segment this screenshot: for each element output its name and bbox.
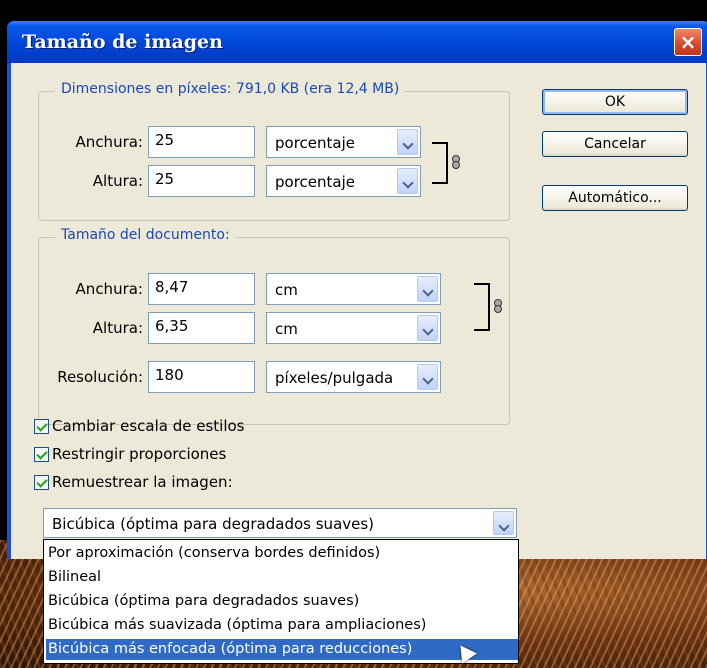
chevron-down-icon[interactable] [417,315,438,341]
dialog-body: Dimensiones en píxeles: 791,0 KB (era 12… [11,63,706,559]
resample-method-value: Bicúbica (óptima para degradados suaves) [52,515,375,533]
document-size-legend: Tamaño del documento: [55,227,236,243]
constrain-proportions-label[interactable]: Restringir proporciones [52,445,226,463]
doc-width-label: Anchura: [75,280,143,298]
cancel-button[interactable]: Cancelar [542,131,688,157]
pixel-dimensions-legend: Dimensiones en píxeles: 791,0 KB (era 12… [55,81,406,97]
option-bilinear[interactable]: Bilineal [46,567,518,588]
close-icon[interactable]: × [674,28,702,56]
resolution-unit-select[interactable]: píxeles/pulgada [266,361,441,393]
image-size-dialog: Tamaño de imagen × Dimensiones en píxele… [7,21,707,559]
doc-height-label: Altura: [92,319,143,337]
pixel-height-unit-value: porcentaje [275,173,355,191]
chevron-down-icon[interactable] [417,276,438,302]
resample-method-select[interactable]: Bicúbica (óptima para degradados suaves) [43,508,517,538]
chevron-down-icon[interactable] [397,168,418,194]
pixel-height-label: Altura: [92,172,143,190]
option-bicubic[interactable]: Bicúbica (óptima para degradados suaves) [46,591,518,612]
doc-height-unit-value: cm [275,320,298,338]
dialog-title: Tamaño de imagen [22,31,223,53]
pixel-width-label: Anchura: [75,133,143,151]
doc-width-unit-select[interactable]: cm [266,273,441,305]
doc-height-input[interactable]: 6,35 [148,312,255,344]
option-nearest-neighbor[interactable]: Por aproximación (conserva bordes defini… [46,543,518,564]
resample-method-options: Por aproximación (conserva bordes defini… [43,539,519,664]
pixel-width-input[interactable]: 25 [148,126,255,158]
doc-width-input[interactable]: 8,47 [148,273,255,305]
ok-button[interactable]: OK [542,89,688,115]
pixel-height-input[interactable]: 25 [148,165,255,197]
pixel-width-unit-select[interactable]: porcentaje [266,126,421,158]
resolution-label: Resolución: [57,368,143,386]
auto-button[interactable]: Automático... [542,185,688,211]
pixel-link-bracket [432,142,448,184]
title-bar[interactable]: Tamaño de imagen × [7,21,707,63]
link-icon [494,299,502,313]
constrain-proportions-checkbox[interactable] [34,447,49,462]
pixel-height-unit-select[interactable]: porcentaje [266,165,421,197]
resample-checkbox[interactable] [34,475,49,490]
option-bicubic-sharper[interactable]: Bicúbica más enfocada (óptima para reduc… [46,639,518,660]
scale-styles-label[interactable]: Cambiar escala de estilos [52,417,244,435]
scale-styles-checkbox[interactable] [34,419,49,434]
chevron-down-icon[interactable] [397,129,418,155]
chevron-down-icon[interactable] [493,511,514,535]
option-bicubic-smoother[interactable]: Bicúbica más suavizada (óptima para ampl… [46,615,518,636]
link-icon [452,155,460,169]
resample-label[interactable]: Remuestrear la imagen: [52,473,233,491]
resolution-unit-value: píxeles/pulgada [275,369,394,387]
resolution-input[interactable]: 180 [148,361,255,393]
doc-width-unit-value: cm [275,281,298,299]
chevron-down-icon[interactable] [417,364,438,390]
doc-height-unit-select[interactable]: cm [266,312,441,344]
document-link-bracket [474,283,490,331]
pixel-width-unit-value: porcentaje [275,134,355,152]
